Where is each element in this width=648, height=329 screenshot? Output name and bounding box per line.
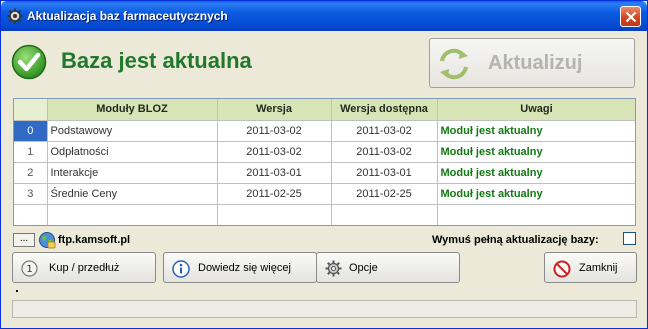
close-button[interactable]: Zamknij <box>544 252 637 283</box>
no-entry-icon <box>553 260 571 278</box>
options-label: Opcje <box>349 262 378 274</box>
choose-source-button[interactable]: ... <box>13 233 35 247</box>
table-row[interactable]: 3 Średnie Ceny 2011-02-25 2011-02-25 Mod… <box>14 183 635 205</box>
close-icon <box>625 11 637 23</box>
globe-icon <box>39 232 56 249</box>
one-circle-icon: 1 <box>21 260 38 277</box>
empty-cell <box>217 204 332 225</box>
available-version-cell[interactable]: 2011-02-25 <box>331 183 438 205</box>
info-icon <box>172 260 190 278</box>
table-row[interactable]: 0 Podstawowy 2011-03-02 2011-03-02 Moduł… <box>14 120 635 142</box>
buy-extend-button[interactable]: 1 Kup / przedłuż <box>12 252 156 283</box>
table-row-empty <box>14 204 635 225</box>
empty-cell <box>47 204 218 225</box>
version-cell[interactable]: 2011-03-02 <box>217 120 332 142</box>
note-cell[interactable]: Moduł jest aktualny <box>437 162 635 184</box>
module-cell[interactable]: Odpłatności <box>47 141 218 163</box>
app-window: Aktualizacja baz farmaceutycznych Baza j… <box>0 0 648 329</box>
check-icon <box>11 44 47 80</box>
note-cell[interactable]: Moduł jest aktualny <box>437 141 635 163</box>
available-version-cell[interactable]: 2011-03-01 <box>331 162 438 184</box>
empty-cell <box>331 204 438 225</box>
module-cell[interactable]: Podstawowy <box>47 120 218 142</box>
force-update-label: Wymuś pełną aktualizację bazy: <box>432 234 599 246</box>
status-message: Baza jest aktualna <box>61 48 252 73</box>
row-index[interactable]: 3 <box>14 183 48 205</box>
column-header-available[interactable]: Wersja dostępna <box>331 99 438 121</box>
options-button[interactable]: Opcje <box>316 252 460 283</box>
row-index[interactable]: 1 <box>14 141 48 163</box>
table-header-row: Moduły BLOZ Wersja Wersja dostępna Uwagi <box>14 99 635 121</box>
header-corner <box>14 99 48 121</box>
force-update-checkbox[interactable] <box>623 232 636 245</box>
note-cell[interactable]: Moduł jest aktualny <box>437 120 635 142</box>
modules-table: Moduły BLOZ Wersja Wersja dostępna Uwagi… <box>13 98 636 226</box>
version-cell[interactable]: 2011-03-02 <box>217 141 332 163</box>
column-header-module[interactable]: Moduły BLOZ <box>47 99 218 121</box>
window-close-button[interactable] <box>620 6 641 27</box>
row-index[interactable]: 2 <box>14 162 48 184</box>
update-button[interactable]: Aktualizuj <box>429 38 635 88</box>
window-title: Aktualizacja baz farmaceutycznych <box>27 9 228 23</box>
empty-cell <box>437 204 635 225</box>
available-version-cell[interactable]: 2011-03-02 <box>331 141 438 163</box>
gear-icon <box>325 260 342 277</box>
gear-icon <box>7 8 23 24</box>
progress-bar <box>12 300 637 318</box>
close-label: Zamknij <box>579 262 618 274</box>
available-version-cell[interactable]: 2011-03-02 <box>331 120 438 142</box>
module-cell[interactable]: Średnie Ceny <box>47 183 218 205</box>
column-header-notes[interactable]: Uwagi <box>437 99 635 121</box>
title-bar: Aktualizacja baz farmaceutycznych <box>1 1 647 31</box>
ftp-server-label: ftp.kamsoft.pl <box>58 234 131 246</box>
module-cell[interactable]: Interakcje <box>47 162 218 184</box>
table-row[interactable]: 1 Odpłatności 2011-03-02 2011-03-02 Modu… <box>14 141 635 163</box>
empty-cell <box>14 204 48 225</box>
table-row[interactable]: 2 Interakcje 2011-03-01 2011-03-01 Moduł… <box>14 162 635 184</box>
note-cell[interactable]: Moduł jest aktualny <box>437 183 635 205</box>
update-button-label: Aktualizuj <box>488 52 583 74</box>
status-dot <box>16 290 18 292</box>
learn-more-button[interactable]: Dowiedz się więcej <box>163 252 317 283</box>
column-header-version[interactable]: Wersja <box>217 99 332 121</box>
learn-more-label: Dowiedz się więcej <box>198 262 291 274</box>
row-index[interactable]: 0 <box>14 120 48 142</box>
refresh-icon <box>440 48 468 80</box>
version-cell[interactable]: 2011-03-01 <box>217 162 332 184</box>
svg-text:1: 1 <box>26 264 32 275</box>
version-cell[interactable]: 2011-02-25 <box>217 183 332 205</box>
buy-extend-label: Kup / przedłuż <box>49 262 120 274</box>
